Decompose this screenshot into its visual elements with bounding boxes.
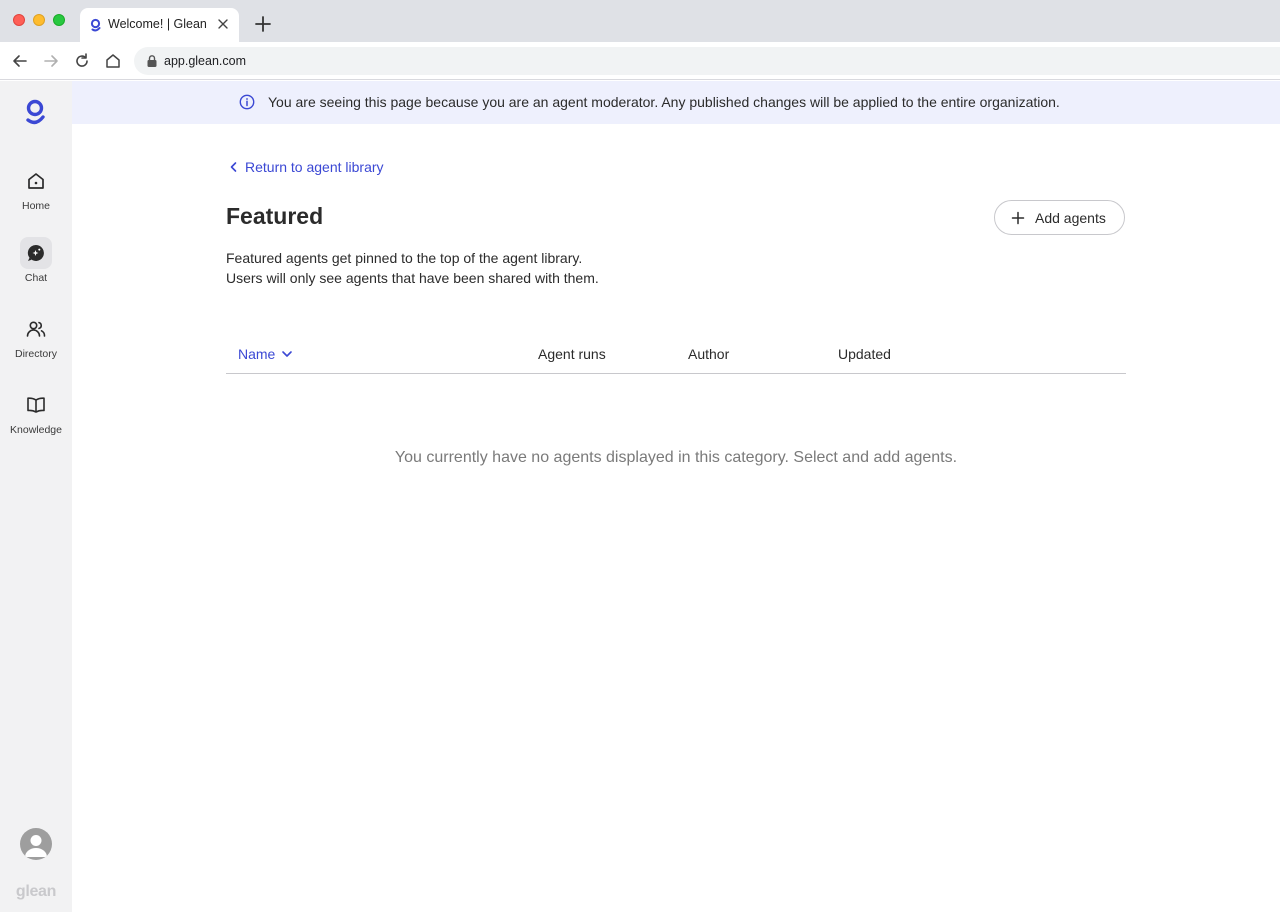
new-tab-icon[interactable] — [254, 15, 272, 33]
window-minimize-button[interactable] — [33, 14, 45, 26]
url-text: app.glean.com — [164, 54, 247, 68]
column-header-agent-runs[interactable]: Agent runs — [538, 346, 606, 362]
home-icon — [28, 173, 44, 189]
empty-state-message: You currently have no agents displayed i… — [394, 449, 958, 466]
add-agents-button[interactable]: Add agents — [994, 200, 1125, 235]
user-avatar[interactable] — [20, 828, 52, 860]
page-description: Featured agents get pinned to the top of… — [226, 248, 599, 288]
people-icon-wrap — [20, 313, 52, 345]
return-to-library-link[interactable]: Return to agent library — [228, 157, 384, 177]
forward-arrow-icon[interactable] — [41, 51, 61, 71]
page-title: Featured — [226, 203, 324, 229]
column-header-updated[interactable]: Updated — [838, 346, 891, 362]
browser-home-icon[interactable] — [103, 51, 123, 71]
chevron-left-icon — [230, 162, 237, 172]
return-link-label: Return to agent library — [245, 159, 384, 175]
sidebar-item-directory[interactable]: Directory — [0, 313, 72, 375]
chat-icon-wrap — [20, 237, 52, 269]
chevron-down-icon — [282, 351, 293, 357]
browser-tabbar: Welcome! | Glean — [0, 0, 1280, 42]
browser-toolbar: app.glean.com — [0, 42, 1280, 80]
info-icon — [239, 94, 255, 110]
banner-text: You are seeing this page because you are… — [268, 94, 1060, 110]
moderator-banner: You are seeing this page because you are… — [72, 81, 1280, 124]
app-sidebar: Home Chat Directory Knowledge glean — [0, 81, 72, 912]
reload-icon[interactable] — [72, 51, 92, 71]
sidebar-item-label: Directory — [14, 348, 57, 360]
window-maximize-button[interactable] — [53, 14, 65, 26]
sidebar-item-label: Knowledge — [10, 424, 62, 436]
glean-logo-icon[interactable] — [21, 97, 51, 129]
tab-title: Welcome! | Glean — [108, 17, 207, 31]
browser-tab-active[interactable]: Welcome! | Glean — [80, 8, 239, 42]
book-icon — [27, 397, 45, 413]
sidebar-item-label: Chat — [24, 272, 48, 284]
user-avatar-icon — [25, 835, 47, 857]
table-header: Name Agent runs Author Updated — [226, 335, 1126, 374]
plus-icon — [1011, 211, 1025, 225]
chat-icon — [27, 244, 44, 261]
address-bar[interactable]: app.glean.com — [134, 47, 1280, 75]
glean-wordmark: glean — [15, 883, 57, 900]
column-header-label: Name — [238, 346, 276, 362]
home-icon-wrap — [20, 165, 52, 197]
sidebar-item-knowledge[interactable]: Knowledge — [0, 389, 72, 451]
sidebar-item-label: Home — [21, 200, 50, 212]
lock-icon — [147, 55, 157, 67]
tab-close-icon[interactable] — [216, 17, 230, 31]
add-agents-label: Add agents — [1035, 210, 1106, 226]
sidebar-item-chat[interactable]: Chat — [0, 237, 72, 299]
people-icon — [26, 321, 46, 337]
column-header-name[interactable]: Name — [238, 346, 293, 362]
sidebar-item-home[interactable]: Home — [0, 165, 72, 227]
window-close-button[interactable] — [13, 14, 25, 26]
back-arrow-icon[interactable] — [10, 51, 30, 71]
column-header-author[interactable]: Author — [688, 346, 729, 362]
description-line: Featured agents get pinned to the top of… — [226, 250, 583, 266]
book-icon-wrap — [20, 389, 52, 421]
glean-favicon-icon — [90, 18, 101, 32]
description-line: Users will only see agents that have bee… — [226, 270, 599, 286]
